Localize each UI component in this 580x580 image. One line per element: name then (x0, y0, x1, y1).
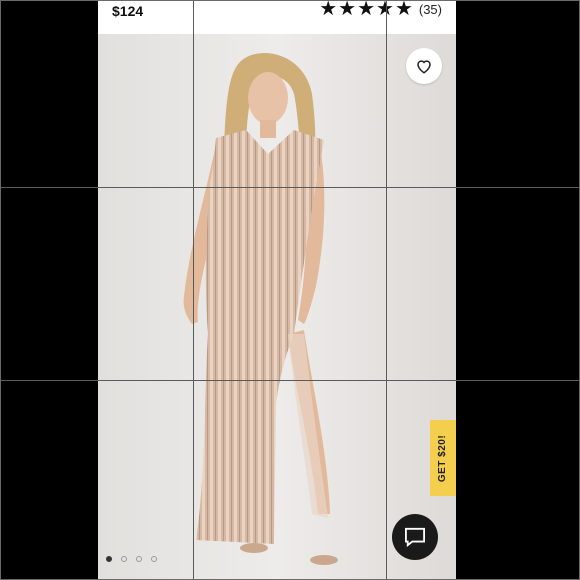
carousel-dot[interactable] (106, 556, 112, 562)
grid-line (0, 187, 580, 188)
chat-button[interactable] (392, 514, 438, 560)
carousel-dot[interactable] (151, 556, 157, 562)
dress-photo (98, 34, 456, 580)
product-header: $124 ★ ★ ★ ★ ★ (35) (98, 0, 456, 34)
star-icon: ★ (357, 0, 375, 20)
carousel-indicator (106, 556, 166, 562)
promo-tab[interactable]: GET $20! (430, 420, 456, 496)
chat-icon (405, 527, 425, 547)
promo-label: GET $20! (437, 434, 449, 482)
favorite-button[interactable] (406, 48, 442, 84)
grid-line (386, 0, 387, 580)
grid-line (0, 380, 580, 381)
star-icon: ★ (394, 0, 413, 20)
rating-stars[interactable]: ★ ★ ★ ★ ★ (35) (318, 0, 442, 20)
star-icon: ★ (376, 0, 394, 20)
carousel-dot[interactable] (121, 556, 127, 562)
product-image[interactable]: GET $20! (98, 34, 456, 580)
product-price: $124 (112, 3, 144, 19)
star-icon: ★ (338, 0, 357, 20)
grid-line (193, 0, 194, 580)
carousel-dot[interactable] (136, 556, 142, 562)
star-icon: ★ (319, 0, 338, 20)
product-screen: $124 ★ ★ ★ ★ ★ (35) GET $20! (98, 0, 456, 580)
heart-icon (417, 60, 431, 74)
review-count[interactable]: (35) (419, 2, 442, 17)
